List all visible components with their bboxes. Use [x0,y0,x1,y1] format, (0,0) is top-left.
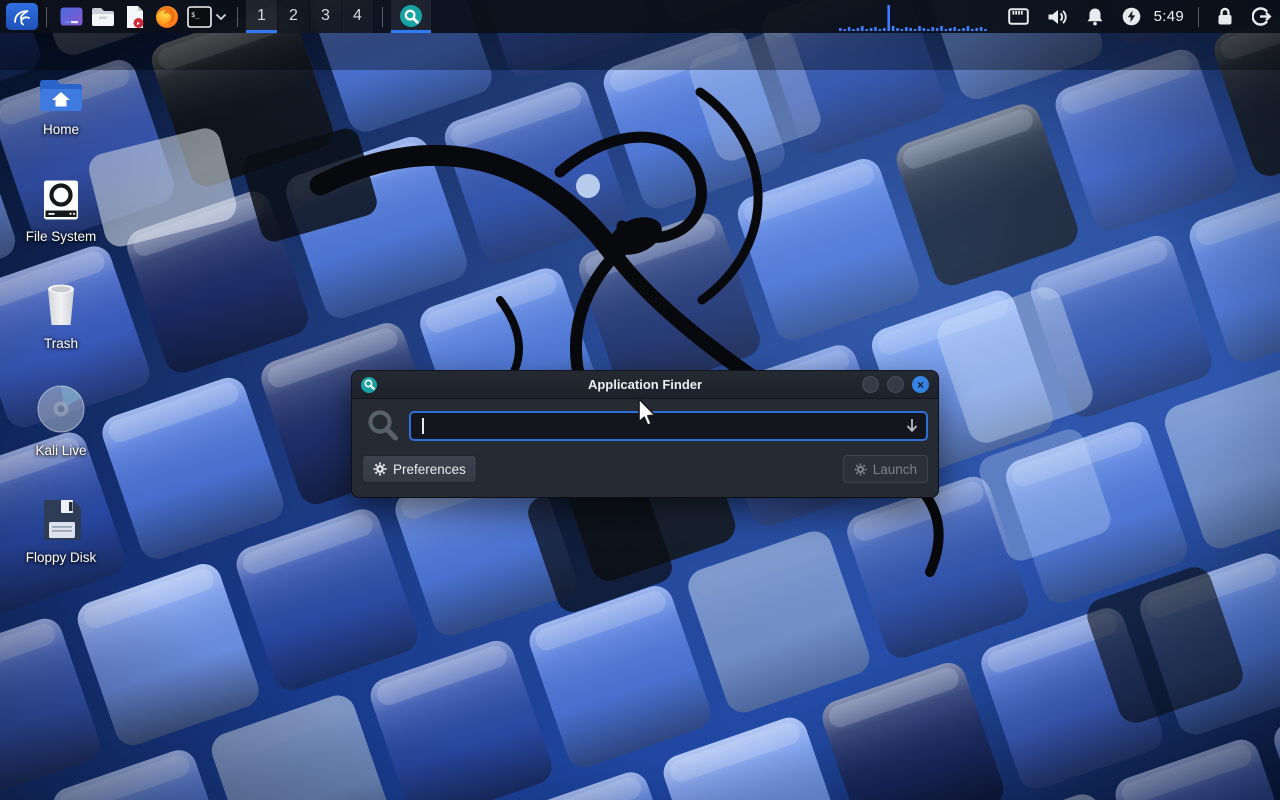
launch-button[interactable]: Launch [843,455,928,483]
desktop-icon-label: Home [43,122,79,137]
desktop-icon-file-system[interactable]: File System [16,159,106,266]
text-editor-icon [125,5,145,29]
desktop-icon-label: Floppy Disk [26,550,97,565]
panel-clock[interactable]: 5:49 [1154,8,1184,25]
preferences-label: Preferences [393,462,466,477]
launcher-file-manager[interactable] [90,3,116,30]
floppy-disk-icon [39,480,83,542]
minimize-button[interactable] [862,376,879,393]
launch-label: Launch [873,462,917,477]
panel-separator [46,7,47,27]
applications-menu-button[interactable] [6,3,38,30]
panel-separator [237,7,238,27]
launcher-firefox[interactable] [154,3,180,30]
notifications-bell-icon[interactable] [1086,7,1104,26]
firefox-icon [155,5,179,29]
close-button[interactable]: × [912,376,929,393]
desktop-icon-kali-live[interactable]: Kali Live [16,373,106,480]
hard-drive-icon [41,159,81,221]
desktop-root: $_ 1 2 3 4 [0,0,1280,800]
terminal-icon: $_ [187,6,212,28]
maximize-button[interactable] [887,376,904,393]
gear-icon [373,462,387,476]
desktop-icon-label: Trash [44,336,78,351]
workspace-button-2[interactable]: 2 [278,0,309,33]
optical-disc-icon [35,373,87,435]
launch-gears-icon [854,463,867,476]
application-finder-window: Application Finder × [352,371,938,497]
chevron-down-icon [215,13,227,21]
home-folder-icon [38,52,84,114]
launcher-show-desktop[interactable] [58,3,84,30]
desktop-icon-home[interactable]: Home [16,52,106,159]
search-input[interactable] [409,411,928,441]
mouse-cursor [638,398,658,428]
window-app-icon [361,377,377,393]
panel-separator [382,7,383,27]
cpu-graph-monitor[interactable] [839,0,989,33]
desktop-icon-label: File System [26,229,97,244]
svg-text:$_: $_ [191,11,200,19]
workspace-button-1[interactable]: 1 [246,0,277,33]
taskbar-button-application-finder[interactable] [391,0,431,33]
lock-screen-icon[interactable] [1216,7,1234,26]
network-icon[interactable] [1008,8,1029,25]
top-panel: $_ 1 2 3 4 [0,0,1280,33]
window-titlebar[interactable]: Application Finder × [352,371,938,399]
desktop-icon-trash[interactable]: Trash [16,266,106,373]
desktop-icon-floppy-disk[interactable]: Floppy Disk [16,480,106,587]
desktop-icon-label: Kali Live [35,443,86,458]
history-dropdown-arrow[interactable] [905,417,919,439]
launcher-terminal[interactable]: $_ [186,3,212,30]
window-title: Application Finder [352,377,938,392]
desktop-icon-column: Home File System [16,52,106,587]
workspace-button-4[interactable]: 4 [342,0,373,33]
workspace-switcher: 1 2 3 4 [246,0,374,33]
logout-icon[interactable] [1252,7,1272,26]
launcher-text-editor[interactable] [122,3,148,30]
workspace-button-3[interactable]: 3 [310,0,341,33]
power-manager-icon[interactable] [1122,7,1141,26]
trash-can-icon [40,266,82,328]
text-caret [422,418,424,434]
app-finder-icon [400,5,422,27]
preferences-button[interactable]: Preferences [362,455,477,483]
volume-icon[interactable] [1047,8,1068,26]
search-icon [366,409,400,443]
show-desktop-icon [60,7,83,26]
launcher-dropdown-arrow[interactable] [215,13,227,21]
panel-separator [1198,7,1199,27]
file-manager-icon [91,7,115,27]
kali-dragon-icon [11,6,33,28]
